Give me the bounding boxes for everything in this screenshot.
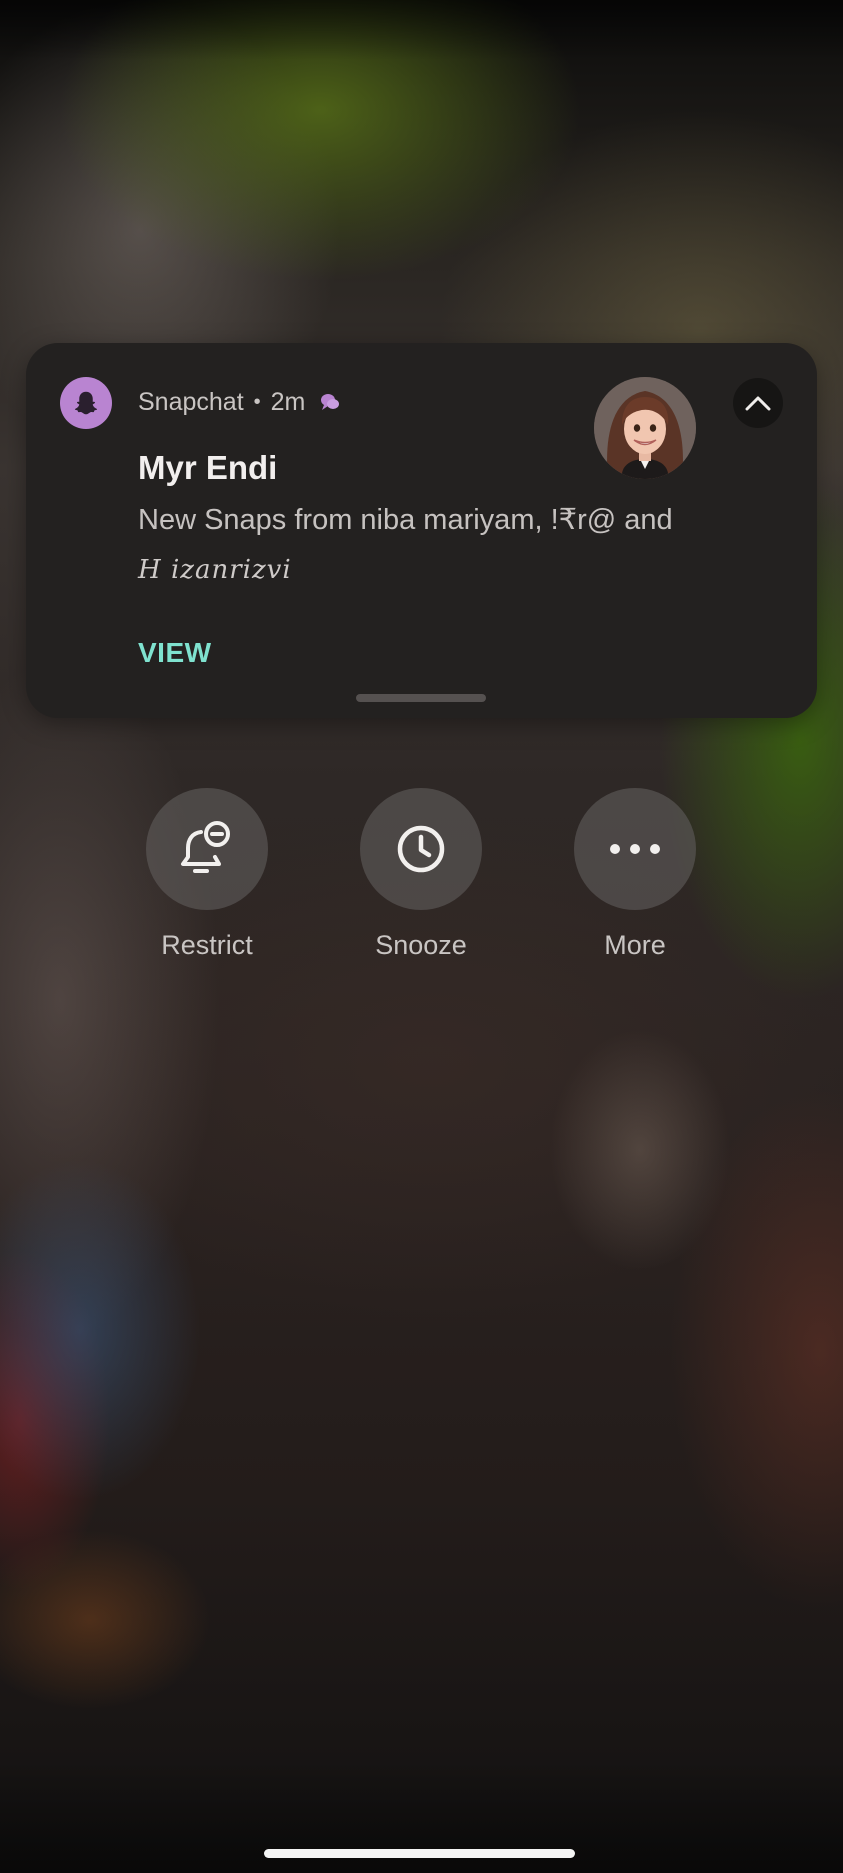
sender-avatar [594,377,696,479]
notification-time: 2m [270,387,306,416]
more-circle[interactable] [574,788,696,910]
restrict-label: Restrict [161,930,253,960]
view-button[interactable]: VIEW [138,637,212,669]
snooze-button[interactable]: Snooze [341,788,501,961]
app-name: Snapchat [138,387,244,416]
restrict-circle[interactable] [146,788,268,910]
notification-message-continued: H izanrizvi [138,555,292,585]
drag-handle[interactable] [356,694,486,702]
bell-restrict-icon [181,821,230,873]
snooze-label: Snooze [375,930,467,960]
snooze-circle[interactable] [360,788,482,910]
collapse-button[interactable] [733,378,783,428]
chat-bubble-icon [319,392,341,412]
notification-message: New Snaps from niba mariyam, !₹r@ and [138,504,673,536]
snapchat-ghost-icon [60,377,112,429]
notification-quick-actions: Restrict Snooze More [0,788,843,968]
more-dots-icon [610,844,660,854]
header-separator: • [253,390,261,413]
more-button[interactable]: More [555,788,715,961]
restrict-button[interactable]: Restrict [127,788,287,961]
notification-header: Snapchat • 2m [138,385,341,419]
clock-icon [397,825,445,873]
more-label: More [604,930,666,960]
notification-title: Myr Endi [138,449,278,486]
notification-card[interactable]: Snapchat • 2m Myr Endi New Snaps from ni… [26,343,817,718]
chevron-up-icon [745,396,771,411]
gesture-navigation-bar[interactable] [264,1849,575,1858]
